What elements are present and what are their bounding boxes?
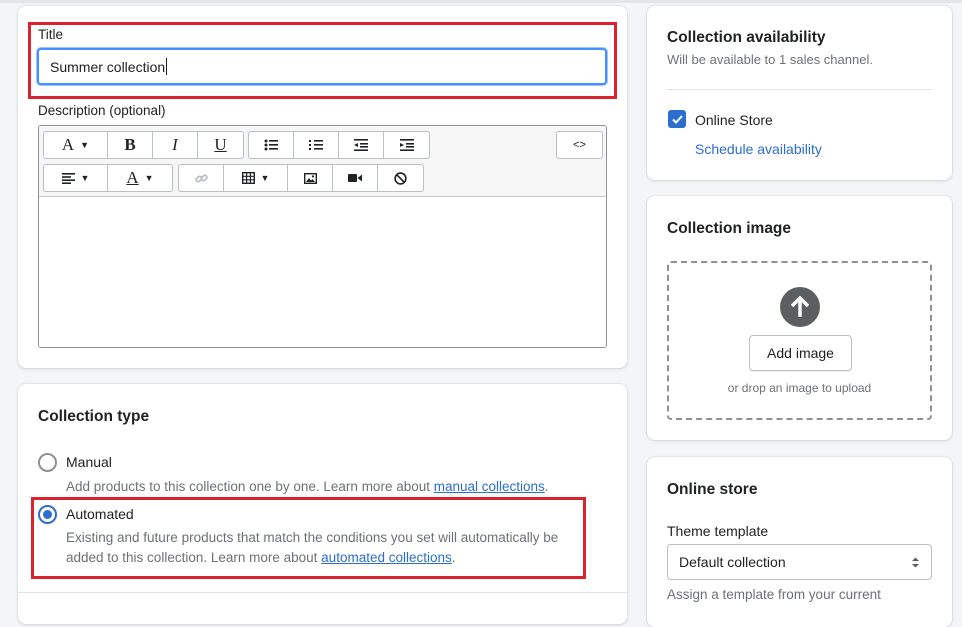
collection-type-heading: Collection type — [38, 408, 150, 425]
insert-link-button[interactable] — [179, 165, 224, 191]
bulleted-list-icon — [264, 139, 278, 151]
alignment-group: ▼ A ▼ — [43, 164, 173, 192]
manual-label: Manual — [66, 454, 112, 470]
editor-toolbar: A ▼ B I U <> ▼ A ▼ ▼ — [39, 126, 606, 197]
table-icon — [241, 172, 255, 184]
bold-button[interactable]: B — [108, 132, 153, 158]
checkmark-icon — [671, 114, 683, 124]
theme-template-help: Assign a template from your current — [667, 587, 881, 602]
text-format-group: A ▼ B I U — [43, 131, 244, 159]
outdent-icon — [354, 139, 368, 151]
manual-help-text: Add products to this collection one by o… — [66, 479, 434, 494]
outdent-button[interactable] — [339, 132, 384, 158]
italic-icon: I — [172, 135, 178, 154]
list-group — [248, 131, 430, 159]
underline-button[interactable]: U — [198, 132, 243, 158]
collection-type-card: Collection type Manual Add products to t… — [18, 384, 627, 624]
select-arrows-icon — [912, 557, 919, 567]
insert-table-button[interactable]: ▼ — [224, 165, 288, 191]
manual-help: Add products to this collection one by o… — [66, 479, 549, 494]
font-format-button[interactable]: A ▼ — [44, 132, 108, 158]
text-color-button[interactable]: A ▼ — [108, 165, 172, 191]
html-toggle-group: <> — [556, 131, 603, 159]
automated-radio[interactable] — [38, 505, 57, 524]
underline-icon: U — [214, 135, 227, 154]
insert-image-button[interactable] — [288, 165, 333, 191]
theme-template-value: Default collection — [679, 554, 786, 570]
online-store-label: Online Store — [695, 112, 773, 128]
clear-format-button[interactable] — [378, 165, 423, 191]
numbered-list-icon — [309, 140, 323, 150]
numbered-list-button[interactable] — [294, 132, 339, 158]
collection-details-card: Title Summer collection Description (opt… — [18, 6, 627, 368]
indent-icon — [399, 139, 414, 151]
insert-video-button[interactable] — [333, 165, 378, 191]
title-input[interactable]: Summer collection — [37, 48, 607, 85]
automated-help-text: added to this collection. Learn more abo… — [66, 550, 322, 565]
text-cursor — [166, 58, 168, 75]
automated-help-line1: Existing and future products that match … — [66, 530, 559, 545]
online-store-card: Online store Theme template Default coll… — [647, 457, 952, 627]
collection-availability-card: Collection availability Will be availabl… — [647, 6, 952, 180]
chevron-down-icon: ▼ — [80, 140, 90, 150]
bold-icon: B — [124, 135, 136, 154]
manual-collections-link[interactable]: manual collections — [434, 479, 545, 494]
top-divider — [0, 0, 962, 3]
bulleted-list-button[interactable] — [249, 132, 294, 158]
show-html-icon: <> — [573, 139, 586, 151]
automated-collections-link[interactable]: automated collections — [321, 550, 452, 565]
drop-image-hint: or drop an image to upload — [727, 381, 872, 395]
title-input-value: Summer collection — [50, 58, 166, 75]
title-label: Title — [38, 27, 64, 42]
image-icon — [303, 172, 317, 184]
online-store-checkbox[interactable] — [668, 110, 686, 128]
image-dropzone[interactable]: Add image or drop an image to upload — [667, 261, 932, 420]
link-icon — [194, 173, 208, 183]
description-editor: A ▼ B I U <> ▼ A ▼ ▼ — [38, 125, 607, 348]
section-divider — [18, 592, 627, 593]
font-format-icon: A — [61, 135, 75, 154]
video-icon — [348, 174, 362, 182]
availability-divider — [667, 89, 932, 90]
collection-image-card: Collection image Add image or drop an im… — [647, 196, 952, 440]
clear-format-icon — [394, 171, 407, 185]
align-icon — [61, 172, 75, 184]
text-color-icon: A — [126, 168, 139, 187]
upload-arrow-icon — [780, 287, 820, 327]
availability-subtitle: Will be available to 1 sales channel. — [667, 52, 873, 67]
manual-radio[interactable] — [38, 453, 57, 472]
automated-help-period: . — [451, 550, 456, 565]
show-html-button[interactable]: <> — [557, 132, 602, 158]
arrow-up-icon — [790, 296, 810, 317]
italic-button[interactable]: I — [153, 132, 198, 158]
chevron-down-icon: ▼ — [80, 173, 90, 183]
automated-label: Automated — [66, 506, 134, 522]
chevron-down-icon: ▼ — [144, 173, 154, 183]
align-button[interactable]: ▼ — [44, 165, 108, 191]
theme-template-select[interactable]: Default collection — [667, 544, 932, 580]
availability-heading: Collection availability — [667, 29, 826, 46]
description-label: Description (optional) — [38, 103, 166, 118]
schedule-availability-link[interactable]: Schedule availability — [695, 141, 822, 157]
add-image-button[interactable]: Add image — [749, 335, 852, 371]
collection-image-heading: Collection image — [667, 220, 792, 237]
theme-template-label: Theme template — [667, 523, 769, 539]
description-text-area[interactable] — [39, 198, 606, 347]
manual-help-period: . — [544, 479, 549, 494]
insert-group: ▼ — [178, 164, 424, 192]
automated-help-line2: added to this collection. Learn more abo… — [66, 550, 456, 565]
online-store-heading: Online store — [667, 481, 758, 498]
chevron-down-icon: ▼ — [260, 173, 270, 183]
indent-button[interactable] — [384, 132, 429, 158]
